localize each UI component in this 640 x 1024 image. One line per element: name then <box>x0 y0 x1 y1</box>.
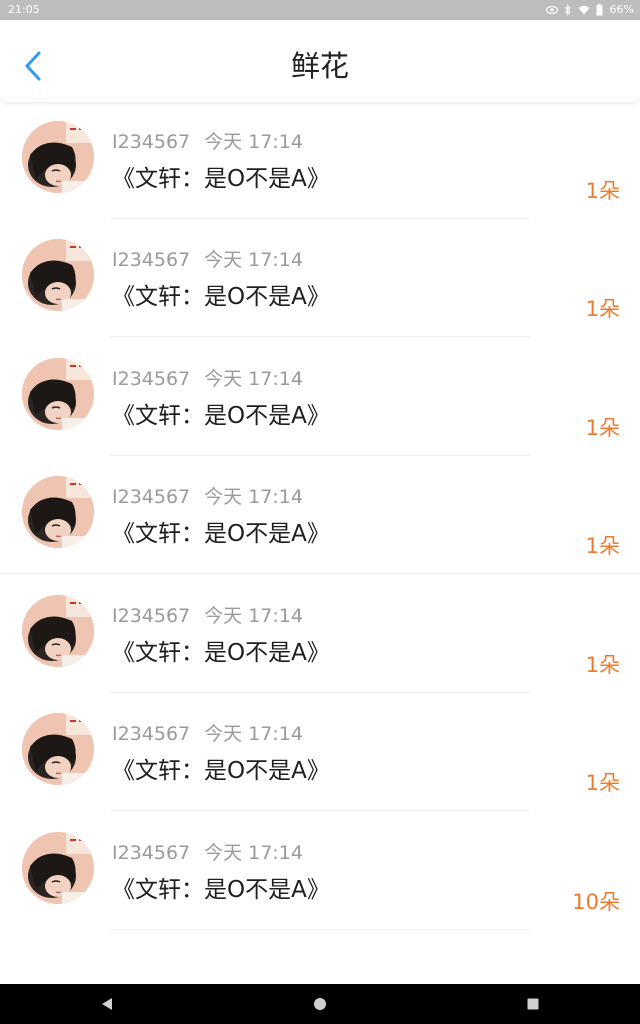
avatar[interactable] <box>22 120 94 193</box>
item-time: 今天 17:14 <box>204 486 303 508</box>
item-username: I234567 <box>112 723 191 745</box>
item-meta: I234567 今天 17:14 <box>112 601 303 628</box>
item-message: 《文轩：是O不是A》 <box>112 165 330 192</box>
list-item[interactable]: I234567 今天 17:14 《文轩：是O不是A》 10朵 <box>0 812 640 930</box>
status-time: 21:05 <box>8 3 40 16</box>
avatar[interactable] <box>22 831 94 904</box>
item-username: I234567 <box>112 130 191 153</box>
list-item[interactable]: I234567 今天 17:14 《文轩：是O不是A》 1朵 <box>0 101 640 219</box>
item-flower-count: 1朵 <box>585 415 620 440</box>
item-username: I234567 <box>112 249 191 271</box>
item-flower-count: 10朵 <box>572 889 620 914</box>
item-message: 《文轩：是O不是A》 <box>112 639 330 666</box>
item-username: I234567 <box>112 604 191 627</box>
item-message: 《文轩：是O不是A》 <box>112 402 330 429</box>
status-icons: 66% <box>545 0 634 20</box>
avatar[interactable] <box>22 713 94 785</box>
item-flower-count: 1朵 <box>585 297 620 321</box>
item-message: 《文轩：是O不是A》 <box>112 758 330 784</box>
item-meta: I234567 今天 17:14 <box>112 838 303 865</box>
item-time: 今天 17:14 <box>204 841 303 864</box>
item-username: I234567 <box>112 841 191 864</box>
battery-percent: 66% <box>609 3 634 16</box>
list-item[interactable]: I234567 今天 17:14 《文轩：是O不是A》 1朵 <box>0 219 640 337</box>
item-flower-count: 1朵 <box>585 771 620 795</box>
list-item[interactable]: I234567 今天 17:14 《文轩：是O不是A》 1朵 <box>0 575 640 693</box>
item-message: 《文轩：是O不是A》 <box>112 284 330 310</box>
wifi-icon <box>578 0 590 20</box>
item-time: 今天 17:14 <box>204 367 303 390</box>
item-meta: I234567 今天 17:14 <box>112 719 303 746</box>
avatar[interactable] <box>22 357 94 430</box>
list-item[interactable]: I234567 今天 17:14 《文轩：是O不是A》 1朵 <box>0 456 640 574</box>
bluetooth-icon <box>562 0 574 20</box>
header-bar: 鲜花 <box>0 20 640 102</box>
item-time: 今天 17:14 <box>204 249 303 271</box>
status-bar: 21:05 66% <box>0 0 640 20</box>
avatar[interactable] <box>22 239 94 311</box>
item-time: 今天 17:14 <box>204 130 303 153</box>
item-message: 《文轩：是O不是A》 <box>112 876 330 903</box>
avatar[interactable] <box>22 476 94 548</box>
avatar[interactable] <box>22 594 94 667</box>
eye-icon <box>545 0 558 20</box>
page-title: 鲜花 <box>290 49 349 83</box>
item-message: 《文轩：是O不是A》 <box>112 521 330 547</box>
home-circle-icon <box>313 998 326 1010</box>
item-meta: I234567 今天 17:14 <box>112 245 303 272</box>
item-meta: I234567 今天 17:14 <box>112 127 303 154</box>
list-item[interactable]: I234567 今天 17:14 《文轩：是O不是A》 1朵 <box>0 693 640 811</box>
item-flower-count: 1朵 <box>585 534 620 558</box>
list-item[interactable]: I234567 今天 17:14 《文轩：是O不是A》 1朵 <box>0 338 640 456</box>
item-flower-count: 1朵 <box>585 178 620 203</box>
item-username: I234567 <box>112 486 191 508</box>
item-meta: I234567 今天 17:14 <box>112 364 303 391</box>
item-time: 今天 17:14 <box>204 723 303 745</box>
nav-recents-button[interactable] <box>503 984 563 1024</box>
item-flower-count: 1朵 <box>585 652 620 677</box>
item-username: I234567 <box>112 367 191 390</box>
recents-square-icon <box>527 998 539 1010</box>
item-time: 今天 17:14 <box>204 604 303 627</box>
item-meta: I234567 今天 17:14 <box>112 482 303 509</box>
row-divider <box>110 928 530 930</box>
battery-icon <box>594 0 606 20</box>
back-triangle-icon <box>101 998 112 1010</box>
screen: 21:05 66% 鲜花 I234567 今天 17:14 《文轩：是O不是A》… <box>0 0 640 1024</box>
system-nav-bar <box>0 984 640 1024</box>
nav-home-button[interactable] <box>290 984 350 1024</box>
nav-back-button[interactable] <box>77 984 137 1024</box>
